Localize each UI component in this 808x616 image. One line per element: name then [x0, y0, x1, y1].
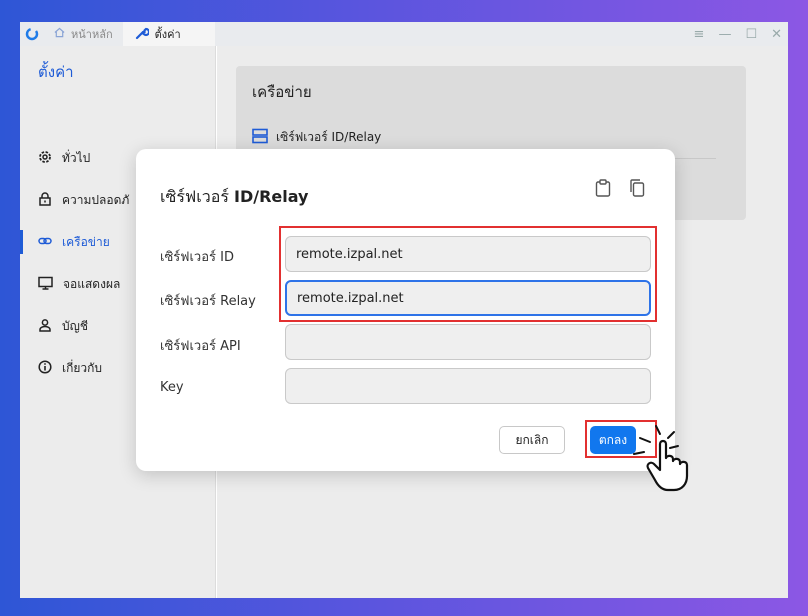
api-server-label: เซิร์ฟเวอร์ API	[160, 339, 241, 354]
dialog-overlay: เซิร์ฟเวอร์ ID/Relay เซิร์ฟเวอร์ ID remo…	[0, 0, 808, 616]
dialog-title-th: เซิร์ฟเวอร์	[160, 187, 234, 206]
dialog-title-en: ID/Relay	[234, 187, 309, 206]
server-id-label: เซิร์ฟเวอร์ ID	[160, 250, 234, 265]
hand-pointer-icon	[630, 422, 700, 498]
dialog-title: เซิร์ฟเวอร์ ID/Relay	[160, 185, 308, 210]
copy-icon[interactable]	[629, 179, 645, 201]
fields-highlight-box	[279, 226, 657, 322]
clipboard-icon[interactable]	[595, 179, 611, 201]
cancel-button[interactable]: ยกเลิก	[499, 426, 565, 454]
api-server-input[interactable]	[285, 324, 651, 360]
key-input[interactable]	[285, 368, 651, 404]
dialog-icons	[595, 179, 645, 201]
relay-server-label: เซิร์ฟเวอร์ Relay	[160, 294, 256, 309]
key-label: Key	[160, 380, 184, 395]
